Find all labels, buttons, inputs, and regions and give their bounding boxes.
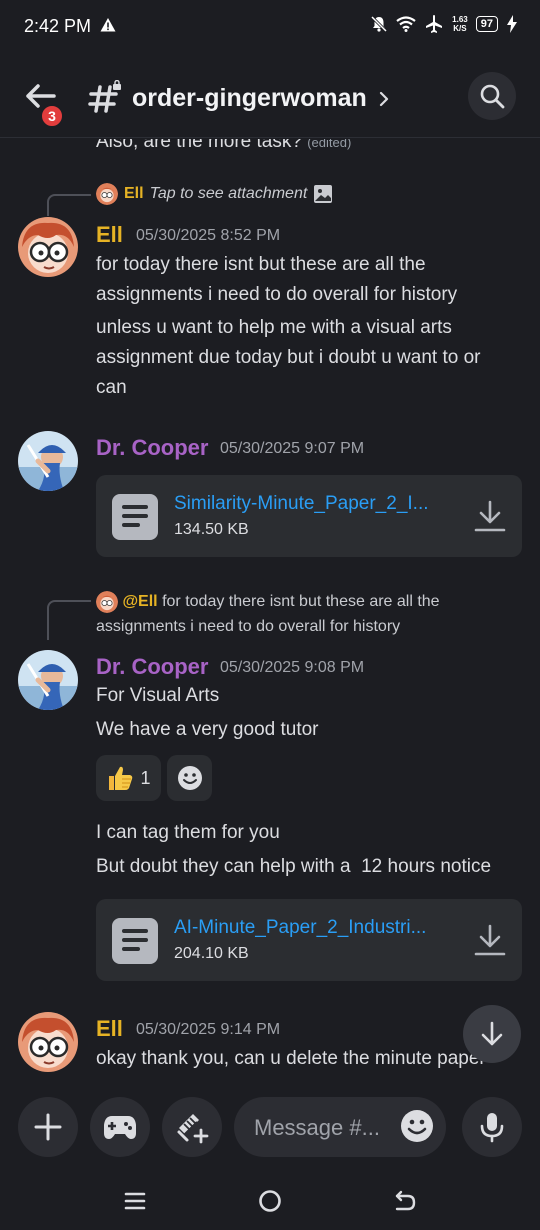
add-reaction-icon	[177, 766, 202, 790]
add-attachment-button[interactable]	[18, 1097, 78, 1157]
file-name-link[interactable]: Similarity-Minute_Paper_2_I...	[174, 493, 429, 515]
hash-icon	[88, 80, 122, 113]
message-body: for today there isnt but these are all t…	[96, 254, 458, 305]
message-list[interactable]: Also, are the more task? (edited) Ell Ta…	[0, 139, 540, 1084]
reply-connector	[47, 600, 91, 640]
jump-to-bottom-button[interactable]	[463, 1005, 521, 1063]
message-composer: Message #...	[0, 1084, 540, 1170]
search-button[interactable]	[468, 72, 516, 120]
message-timestamp: 05/30/2025 9:08 PM	[220, 659, 365, 676]
reply-avatar	[96, 183, 118, 205]
author-name[interactable]: Ell	[96, 222, 123, 248]
file-attachment[interactable]: AI-Minute_Paper_2_Industri... 204.10 KB	[96, 899, 522, 981]
emoji-icon[interactable]	[400, 1109, 434, 1143]
file-size: 204.10 KB	[174, 945, 249, 962]
microphone-icon	[480, 1113, 504, 1143]
message-body: For Visual Arts	[96, 685, 220, 706]
avatar-cooper[interactable]	[18, 431, 78, 491]
avatar-cooper[interactable]	[18, 650, 78, 710]
channel-name[interactable]: order-gingerwoman	[132, 84, 367, 113]
author-name[interactable]: Dr. Cooper	[96, 654, 208, 680]
partial-message: Also, are the more task? (edited)	[96, 139, 352, 152]
reply-avatar	[96, 590, 118, 613]
status-bar: 2:42 PM 1.63 K/S 97	[0, 0, 540, 56]
message-body: I can tag them for you	[96, 822, 280, 843]
download-icon[interactable]	[474, 923, 506, 957]
charging-icon	[507, 15, 517, 33]
mute-bell-icon	[371, 15, 388, 33]
file-icon	[112, 494, 158, 540]
thumbs-up-icon	[109, 766, 133, 790]
net-speed: 1.63 K/S	[452, 15, 468, 33]
system-nav-bar	[0, 1170, 540, 1230]
message-body: But doubt they can help with a 12 hours …	[96, 856, 492, 877]
reaction-count: 1	[140, 767, 151, 788]
wifi-icon	[396, 16, 416, 32]
voice-message-button[interactable]	[462, 1097, 522, 1157]
unread-badge: 3	[40, 104, 64, 128]
message-timestamp: 05/30/2025 8:52 PM	[136, 227, 281, 244]
message-body: unless u want to help me with a visual a…	[96, 317, 481, 398]
file-size: 134.50 KB	[174, 521, 249, 538]
status-icons: 1.63 K/S 97	[370, 14, 518, 34]
avatar-ell[interactable]	[18, 217, 78, 277]
image-icon	[314, 185, 333, 203]
file-attachment[interactable]: Similarity-Minute_Paper_2_I... 134.50 KB	[96, 475, 522, 557]
plus-icon	[34, 1113, 62, 1141]
message-timestamp: 05/30/2025 9:14 PM	[136, 1021, 281, 1038]
author-name[interactable]: Ell	[96, 1016, 123, 1042]
search-icon	[480, 84, 505, 109]
reply-connector	[47, 194, 91, 216]
apps-button[interactable]	[162, 1097, 222, 1157]
chevron-right-icon[interactable]	[376, 90, 392, 108]
add-reaction-button[interactable]	[167, 755, 212, 801]
gamepad-icon	[104, 1116, 136, 1139]
message-input-placeholder: Message #...	[254, 1115, 380, 1140]
gift-icon	[177, 1114, 209, 1144]
airplane-icon	[426, 15, 443, 33]
download-icon[interactable]	[474, 499, 506, 533]
activities-button[interactable]	[90, 1097, 150, 1157]
back-icon[interactable]	[393, 1189, 417, 1213]
recent-apps-icon[interactable]	[124, 1190, 146, 1212]
warning-icon	[100, 18, 116, 32]
file-icon	[112, 918, 158, 964]
reply-preview[interactable]: @Ell for today there isnt but these are …	[96, 589, 516, 639]
message-timestamp: 05/30/2025 9:07 PM	[220, 440, 365, 457]
reply-preview[interactable]: Ell Tap to see attachment	[96, 183, 333, 205]
message-input[interactable]: Message #...	[234, 1097, 446, 1157]
home-icon[interactable]	[258, 1189, 282, 1213]
avatar-ell[interactable]	[18, 1012, 78, 1072]
author-name[interactable]: Dr. Cooper	[96, 435, 208, 461]
message-body: We have a very good tutor	[96, 719, 319, 740]
reaction-thumbs-up[interactable]: 1	[96, 755, 161, 801]
message-body: okay thank you, can u delete the minute …	[96, 1048, 486, 1069]
status-time: 2:42 PM	[24, 16, 92, 36]
channel-header: order-gingerwoman	[0, 56, 540, 138]
file-name-link[interactable]: AI-Minute_Paper_2_Industri...	[174, 917, 426, 939]
battery-indicator: 97	[475, 16, 498, 32]
arrow-down-icon	[481, 1021, 503, 1046]
